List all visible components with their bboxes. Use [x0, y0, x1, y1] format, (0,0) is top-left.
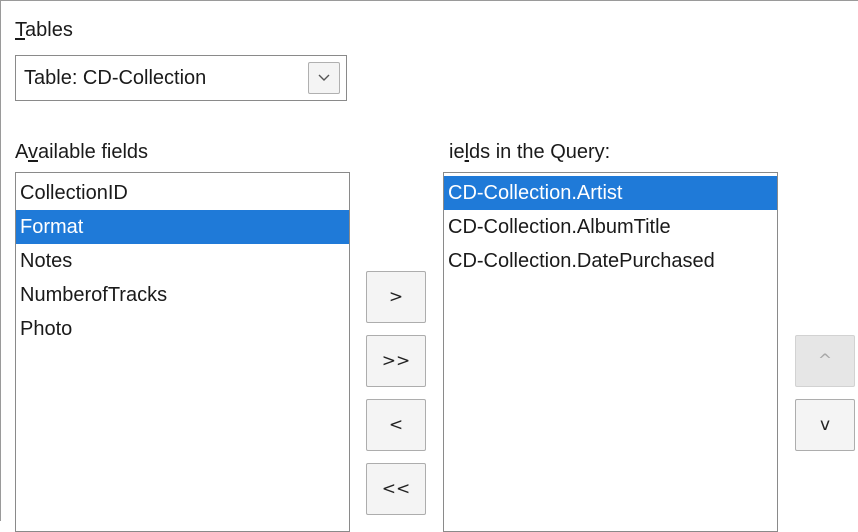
add-all-fields-button[interactable]: >> [366, 335, 426, 387]
query-field-item[interactable]: CD-Collection.DatePurchased [444, 244, 777, 278]
dialog-top-border [0, 0, 858, 1]
dialog-left-border [0, 0, 1, 521]
remove-field-button[interactable]: < [366, 399, 426, 451]
tables-dropdown-button[interactable] [308, 62, 340, 94]
move-up-button[interactable]: ^ [795, 335, 855, 387]
move-down-button[interactable]: v [795, 399, 855, 451]
available-field-item[interactable]: Format [16, 210, 349, 244]
available-field-item[interactable]: Photo [16, 312, 349, 346]
tables-label: Tables [15, 18, 73, 42]
query-fields-label: ields in the Query: [449, 140, 610, 164]
remove-field-label: < [388, 415, 404, 435]
chevron-down-icon [318, 74, 330, 81]
available-field-item[interactable]: CollectionID [16, 176, 349, 210]
move-up-label: ^ [817, 351, 833, 371]
available-fields-label-prefix: A [15, 141, 28, 163]
remove-all-fields-button[interactable]: << [366, 463, 426, 515]
available-fields-label-accel: v [27, 141, 38, 163]
query-field-item[interactable]: CD-Collection.AlbumTitle [444, 210, 777, 244]
tables-label-text: ables [25, 19, 73, 41]
add-field-button[interactable]: > [366, 271, 426, 323]
move-down-label: v [819, 415, 831, 435]
tables-dropdown-value: Table: CD-Collection [24, 67, 207, 89]
available-field-item[interactable]: Notes [16, 244, 349, 278]
query-fields-label-start: ie [449, 141, 465, 163]
query-fields-label-text: ds in the Query: [469, 141, 611, 163]
add-field-label: > [388, 287, 404, 307]
available-fields-label-text: ailable fields [37, 141, 149, 163]
remove-all-fields-label: << [381, 479, 411, 499]
add-all-fields-label: >> [381, 351, 411, 371]
query-field-item[interactable]: CD-Collection.Artist [444, 176, 777, 210]
available-fields-list[interactable]: CollectionID Format Notes NumberofTracks… [15, 172, 350, 532]
tables-dropdown[interactable]: Table: CD-Collection [15, 55, 347, 101]
query-fields-list[interactable]: CD-Collection.Artist CD-Collection.Album… [443, 172, 778, 532]
tables-label-accel: T [15, 19, 25, 41]
available-fields-label: Available fields [15, 140, 148, 164]
available-field-item[interactable]: NumberofTracks [16, 278, 349, 312]
